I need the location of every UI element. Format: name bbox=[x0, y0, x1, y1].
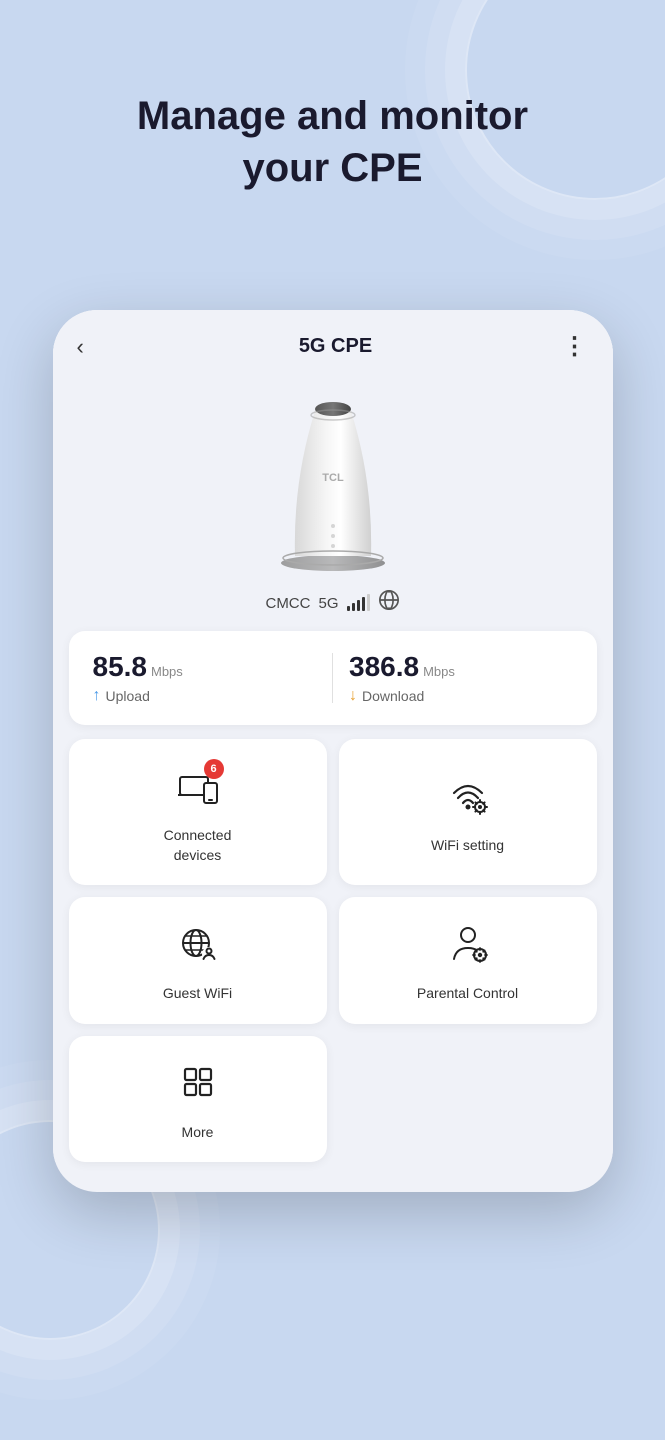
upload-label: Upload bbox=[106, 688, 150, 704]
upload-arrow-icon: ↑ bbox=[93, 687, 101, 705]
more-menu-button[interactable]: ⋮ bbox=[562, 332, 588, 361]
parental-control-icon bbox=[446, 921, 490, 974]
connected-devices-label: Connecteddevices bbox=[164, 826, 232, 865]
svg-text:TCL: TCL bbox=[322, 472, 344, 484]
cpe-device-image: TCL bbox=[233, 381, 433, 581]
more-icon bbox=[176, 1060, 220, 1113]
hero-title: Manage and monitor your CPE bbox=[0, 90, 665, 194]
download-label: Download bbox=[362, 688, 424, 704]
upload-value: 85.8 bbox=[93, 651, 148, 683]
more-tile[interactable]: More bbox=[69, 1036, 327, 1163]
parental-control-tile[interactable]: Parental Control bbox=[339, 897, 597, 1024]
page-title: 5G CPE bbox=[299, 335, 372, 358]
connected-devices-badge: 6 bbox=[204, 759, 224, 779]
phone-container: ‹ 5G CPE ⋮ bbox=[53, 310, 613, 1192]
download-speed: 386.8 Mbps ↓ Download bbox=[349, 651, 573, 705]
download-arrow-icon: ↓ bbox=[349, 687, 357, 705]
speed-panel: 85.8 Mbps ↑ Upload 386.8 Mbps ↓ Download bbox=[69, 631, 597, 725]
guest-wifi-label: Guest WiFi bbox=[163, 984, 232, 1004]
back-button[interactable]: ‹ bbox=[77, 334, 109, 360]
parental-control-label: Parental Control bbox=[417, 984, 518, 1004]
globe-icon bbox=[378, 589, 400, 617]
carrier-label: CMCC bbox=[265, 595, 310, 612]
signal-info: CMCC 5G bbox=[265, 589, 399, 617]
upload-unit: Mbps bbox=[151, 664, 183, 679]
device-area: TCL CMCC 5G bbox=[53, 371, 613, 617]
speed-divider bbox=[332, 653, 333, 703]
header-bar: ‹ 5G CPE ⋮ bbox=[53, 310, 613, 371]
guest-wifi-icon bbox=[176, 921, 220, 974]
tiles-grid: 6 Connecteddevices bbox=[69, 739, 597, 1162]
network-type-label: 5G bbox=[318, 595, 338, 612]
download-unit: Mbps bbox=[423, 664, 455, 679]
upload-speed: 85.8 Mbps ↑ Upload bbox=[93, 651, 317, 705]
wifi-setting-tile[interactable]: WiFi setting bbox=[339, 739, 597, 885]
wifi-setting-icon bbox=[446, 773, 490, 826]
wifi-setting-label: WiFi setting bbox=[431, 836, 504, 856]
download-value: 386.8 bbox=[349, 651, 419, 683]
connected-devices-icon: 6 bbox=[176, 763, 220, 816]
connected-devices-tile[interactable]: 6 Connecteddevices bbox=[69, 739, 327, 885]
more-label: More bbox=[182, 1123, 214, 1143]
guest-wifi-tile[interactable]: Guest WiFi bbox=[69, 897, 327, 1024]
signal-strength-icon bbox=[347, 595, 370, 611]
